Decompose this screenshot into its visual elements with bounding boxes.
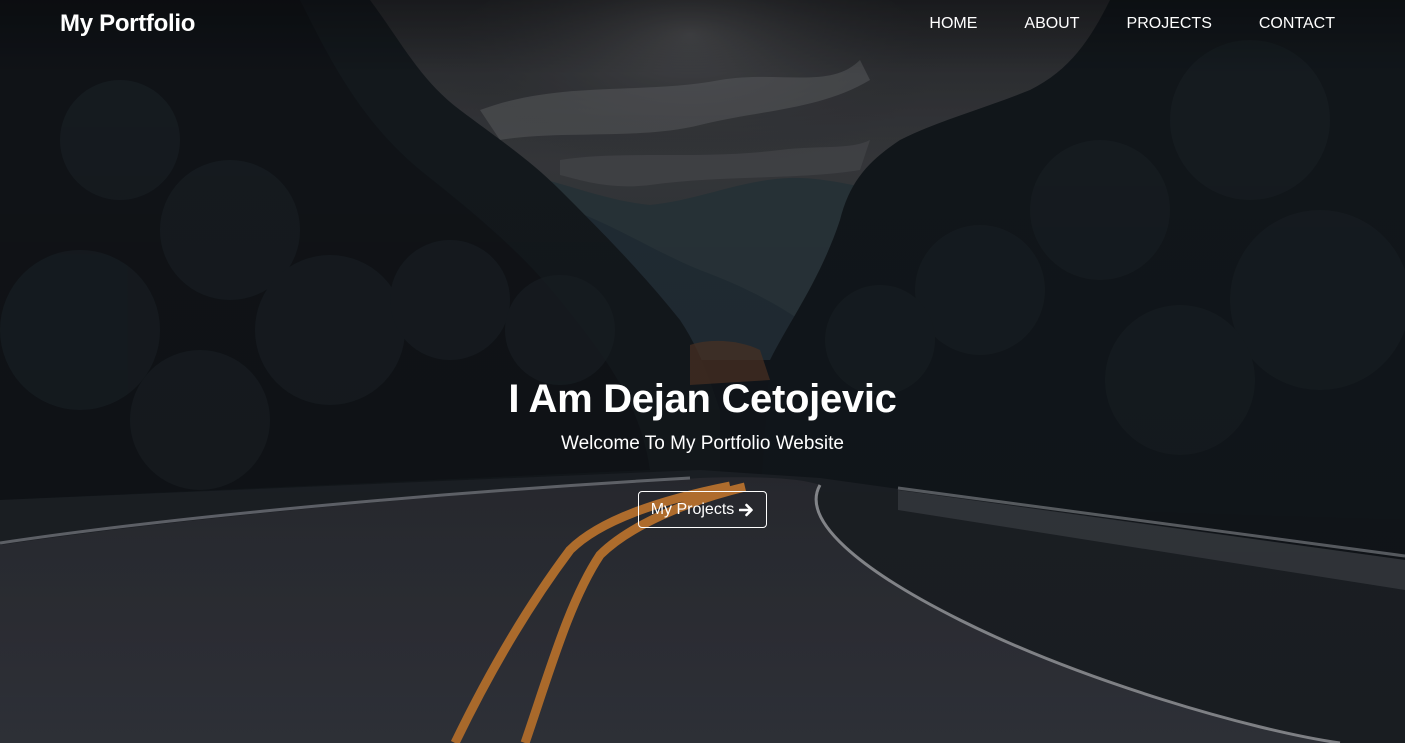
- nav-link-home[interactable]: HOME: [929, 15, 977, 33]
- nav-link-contact[interactable]: CONTACT: [1259, 15, 1335, 33]
- my-projects-button[interactable]: My Projects: [637, 491, 768, 528]
- hero-title: I Am Dejan Cetojevic: [508, 377, 897, 421]
- navbar: My Portfolio HOME ABOUT PROJECTS CONTACT: [0, 0, 1405, 47]
- hero-content: I Am Dejan Cetojevic Welcome To My Portf…: [0, 372, 1405, 528]
- nav-link-projects[interactable]: PROJECTS: [1127, 15, 1212, 33]
- my-projects-button-label: My Projects: [650, 500, 735, 518]
- hero-subtitle: Welcome To My Portfolio Website: [561, 433, 844, 454]
- nav-links: HOME ABOUT PROJECTS CONTACT: [882, 15, 1335, 33]
- brand-logo[interactable]: My Portfolio: [60, 10, 195, 38]
- hero-section: My Portfolio HOME ABOUT PROJECTS CONTACT…: [0, 0, 1405, 743]
- nav-link-about[interactable]: ABOUT: [1024, 15, 1079, 33]
- arrow-right-icon: [739, 503, 754, 516]
